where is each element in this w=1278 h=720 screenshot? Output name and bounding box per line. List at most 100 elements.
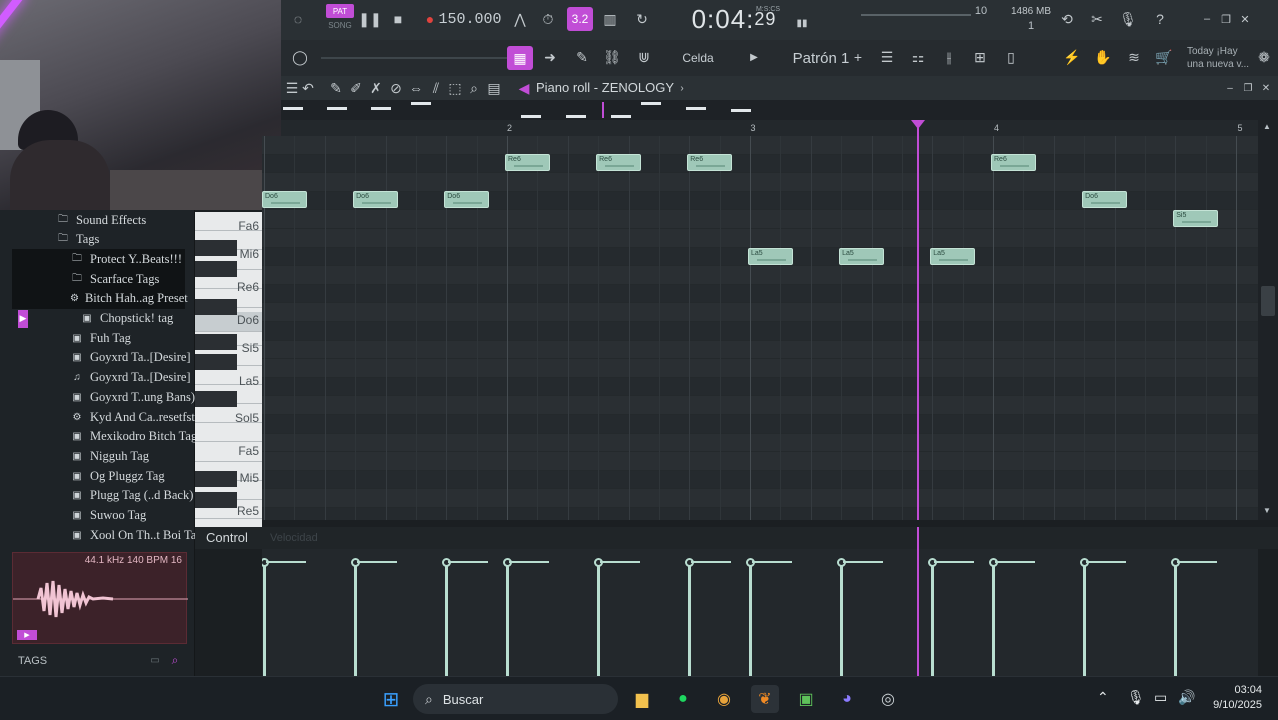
song-mode-button[interactable]: SONG bbox=[326, 19, 354, 31]
black-key[interactable] bbox=[195, 240, 237, 256]
help-icon[interactable]: ? bbox=[1149, 8, 1171, 30]
microphone-icon[interactable]: 🎙 bbox=[1117, 8, 1139, 30]
velocity-bar[interactable] bbox=[262, 558, 306, 676]
browser-search-icon[interactable]: ⌕ bbox=[167, 653, 183, 667]
snap-selector[interactable]: Celda bbox=[668, 48, 728, 68]
browser-item[interactable]: 🗀 Protect Y..Beats!!! bbox=[12, 249, 185, 270]
browser-item[interactable]: ▣ Mexikodro Bitch Tag bbox=[70, 427, 197, 447]
undo-history-icon[interactable]: ⟲ bbox=[1056, 8, 1078, 30]
velocity-bar[interactable] bbox=[928, 558, 974, 676]
black-key[interactable] bbox=[195, 334, 237, 350]
control-label[interactable]: Control bbox=[206, 530, 248, 545]
browser-item[interactable]: ▣ Suwoo Tag bbox=[70, 506, 146, 526]
piano-roll-note[interactable]: Do6 bbox=[262, 191, 307, 208]
main-menu-icon[interactable]: ◌ bbox=[287, 8, 309, 30]
master-pitch-knob-icon[interactable]: ◯ bbox=[289, 46, 311, 68]
delete-tool-icon[interactable]: ✗ bbox=[365, 77, 387, 99]
waveform-preview[interactable]: 44.1 kHz 140 BPM 16 ▶ bbox=[12, 552, 188, 644]
piano-roll-note[interactable]: Re6 bbox=[505, 154, 550, 171]
channel-rack-icon[interactable]: ⚏ bbox=[907, 46, 929, 68]
browser-item[interactable]: ▣ Plugg Tag (..d Back) bbox=[70, 486, 193, 506]
chrome-icon[interactable]: ◉ bbox=[710, 685, 738, 713]
paint-tool-icon[interactable]: ✐ bbox=[345, 77, 367, 99]
pause-icon[interactable]: ❚❚ bbox=[358, 8, 381, 30]
tray-overflow-icon[interactable]: ⌃ bbox=[1097, 689, 1109, 706]
windows-start-icon[interactable]: ⊞ bbox=[377, 685, 405, 713]
spotify-icon[interactable]: ● bbox=[669, 685, 697, 713]
browser-item[interactable]: ▶ ▣ Chopstick! tag bbox=[18, 309, 173, 329]
folder-footer-icon[interactable]: ▭ bbox=[148, 654, 162, 666]
scroll-thumb[interactable] bbox=[1261, 286, 1275, 316]
browser-item[interactable]: 🗀 Tags bbox=[56, 230, 99, 250]
metronome-icon[interactable]: ⋀ bbox=[509, 8, 531, 30]
browser-item[interactable]: ▣ Nigguh Tag bbox=[70, 446, 149, 466]
piano-roll-view-button[interactable]: ▦ bbox=[507, 46, 533, 70]
mute-tool-icon[interactable]: ⊘ bbox=[385, 77, 407, 99]
play-pattern-icon[interactable]: ▶ bbox=[743, 46, 765, 68]
black-key[interactable] bbox=[195, 354, 237, 370]
title-chevron-icon[interactable]: › bbox=[671, 77, 693, 99]
wait-input-icon[interactable]: ⏱ bbox=[537, 8, 559, 30]
control-target-label[interactable]: Velocidad bbox=[270, 532, 318, 544]
velocity-bar[interactable] bbox=[503, 558, 549, 676]
velocity-bar[interactable] bbox=[837, 558, 883, 676]
black-key[interactable] bbox=[195, 391, 237, 407]
piano-roll-note[interactable]: Re6 bbox=[687, 154, 732, 171]
tray-volume-icon[interactable]: 🔊 bbox=[1178, 689, 1195, 706]
browser-item[interactable]: ▣ Goyxrd Ta..[Desire] bbox=[70, 348, 190, 368]
brush-tool-icon[interactable]: ✎ bbox=[571, 46, 593, 68]
black-key[interactable] bbox=[195, 471, 237, 487]
piano-roll-note[interactable]: Re6 bbox=[596, 154, 641, 171]
pencil-tool-icon[interactable]: ✎ bbox=[325, 77, 347, 99]
taskbar-clock[interactable]: 03:04 9/10/2025 bbox=[1213, 683, 1262, 713]
slip-tool-icon[interactable]: ⇔ bbox=[405, 77, 427, 99]
velocity-bar[interactable] bbox=[442, 558, 488, 676]
undo-icon[interactable]: ↶ bbox=[297, 77, 319, 99]
piano-roll-note[interactable]: Do6 bbox=[353, 191, 398, 208]
taskbar-search[interactable]: ⌕ Buscar bbox=[413, 684, 618, 714]
vertical-scrollbar[interactable]: ▲ ▼ bbox=[1258, 120, 1278, 520]
white-key[interactable] bbox=[195, 423, 262, 443]
plugin-picker-icon[interactable]: ⊞ bbox=[969, 46, 991, 68]
black-key[interactable] bbox=[195, 492, 237, 508]
file-icon[interactable]: ▯ bbox=[1000, 46, 1022, 68]
piano-roll-note[interactable]: Do6 bbox=[444, 191, 489, 208]
tempo-display[interactable]: 150.000 bbox=[439, 8, 502, 30]
scroll-up-icon[interactable]: ▲ bbox=[1263, 122, 1271, 131]
android-studio-icon[interactable]: ▣ bbox=[792, 685, 820, 713]
master-volume-slider[interactable] bbox=[861, 14, 971, 16]
fl-logo-icon[interactable]: ❁ bbox=[1253, 46, 1275, 68]
piano-roll-note[interactable]: Do6 bbox=[1082, 191, 1127, 208]
velocity-bar[interactable] bbox=[351, 558, 397, 676]
browser-item[interactable]: ⚙ Bitch Hah..ag Preset bbox=[12, 288, 188, 309]
browser-item[interactable]: 🗀 Sound Effects bbox=[56, 210, 146, 230]
browser-item[interactable]: ♫ Goyxrd Ta..[Desire] bbox=[70, 368, 190, 388]
stream-icon[interactable]: ≋ bbox=[1123, 46, 1145, 68]
close-icon[interactable]: ✕ bbox=[1234, 8, 1256, 30]
cut-tool-icon[interactable]: ✂ bbox=[1086, 8, 1108, 30]
playhead-marker[interactable] bbox=[911, 120, 925, 129]
timeline-ruler[interactable]: 2 3 4 5 bbox=[281, 120, 1258, 136]
pattern-selector[interactable]: Patrón 1 bbox=[786, 46, 856, 70]
tray-mic-icon[interactable]: 🎙 bbox=[1127, 689, 1145, 706]
browser-item[interactable]: ▣ Xool On Th..t Boi Tag bbox=[70, 525, 202, 545]
browser-item[interactable]: ⚙ Kyd And Ca..resetfst bbox=[70, 407, 195, 427]
velocity-bar[interactable] bbox=[685, 558, 731, 676]
scroll-down-icon[interactable]: ▼ bbox=[1263, 506, 1271, 515]
preview-play-icon[interactable]: ▶ bbox=[17, 630, 37, 640]
arrow-right-icon[interactable]: ➜ bbox=[539, 46, 561, 68]
piano-roll-note[interactable]: La5 bbox=[748, 248, 793, 265]
velocity-lane[interactable] bbox=[262, 549, 1258, 676]
note-grid[interactable]: Do6 Do6 Do6 Re6 Re6 Re6 La5 La5 La5 Re6 Do6 Si5 bbox=[262, 136, 1258, 520]
browser-item[interactable]: ▣ Fuh Tag bbox=[70, 328, 131, 348]
stop-icon[interactable]: ■ bbox=[387, 8, 409, 30]
position-slider[interactable] bbox=[321, 57, 521, 59]
fl-studio-taskbar-icon[interactable]: ❦ bbox=[751, 685, 779, 713]
pr-close-icon[interactable]: ✕ bbox=[1255, 77, 1277, 99]
link-icon[interactable]: ⛓ bbox=[601, 46, 623, 68]
browser-item[interactable]: ▣ Goyxrd T..ung Bans) bbox=[70, 387, 195, 407]
step-edit-button[interactable]: 3.2 bbox=[567, 7, 593, 31]
chat-app-icon[interactable]: ◕ bbox=[833, 685, 861, 713]
plugin-icon[interactable]: ⚡ bbox=[1061, 46, 1083, 68]
velocity-bar[interactable] bbox=[1171, 558, 1217, 676]
